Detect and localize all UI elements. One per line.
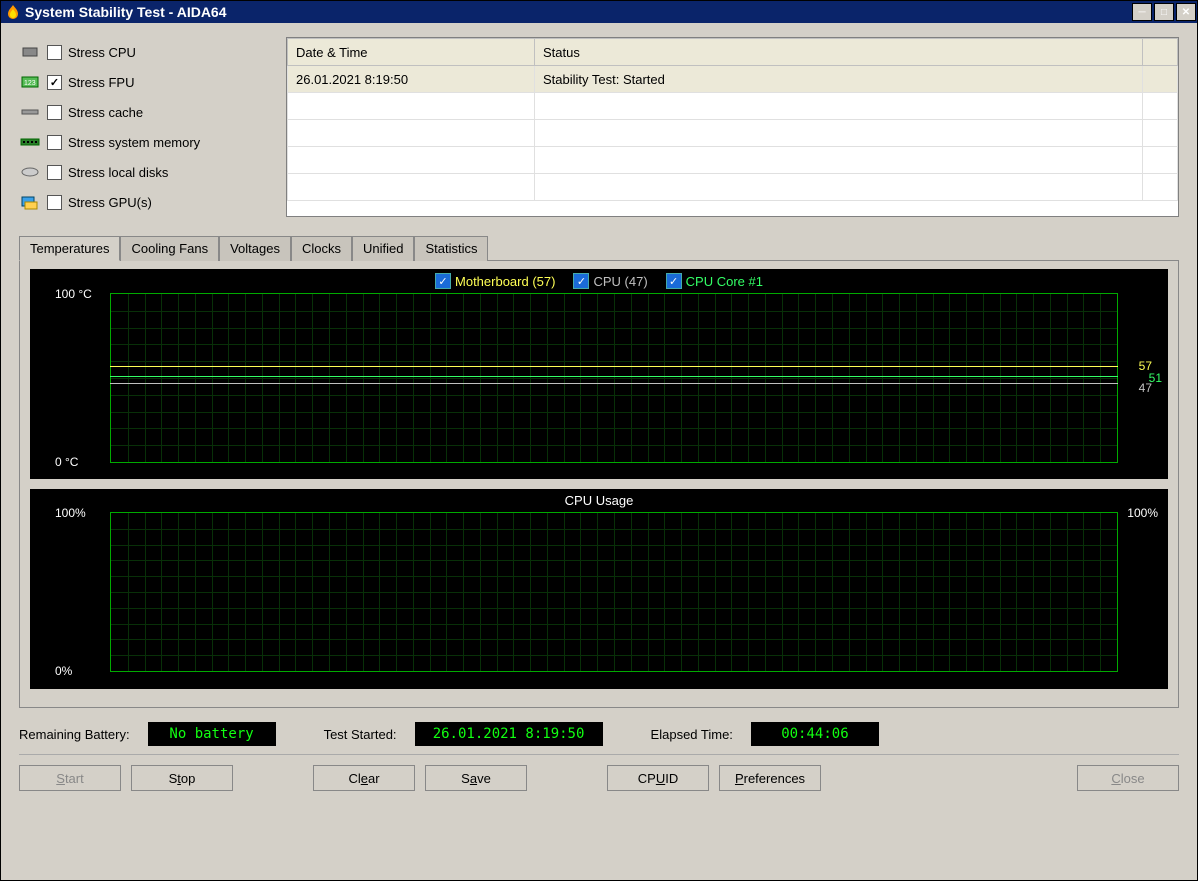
status-row: Remaining Battery: No battery Test Start… bbox=[19, 722, 1179, 746]
legend-motherboard-checkbox[interactable]: ✓ bbox=[435, 273, 451, 289]
stress-cpu-checkbox[interactable] bbox=[47, 45, 62, 60]
test-started-label: Test Started: bbox=[324, 727, 397, 742]
tab-clocks[interactable]: Clocks bbox=[291, 236, 352, 261]
legend-cpu-checkbox[interactable]: ✓ bbox=[573, 273, 589, 289]
log-col-spacer bbox=[1143, 39, 1178, 66]
legend-motherboard-label: Motherboard (57) bbox=[455, 274, 555, 289]
log-header-row: Date & Time Status bbox=[288, 39, 1178, 66]
memory-icon bbox=[19, 134, 41, 150]
log-row-empty bbox=[288, 147, 1178, 174]
temp-ytick-top: 100 °C bbox=[55, 287, 92, 301]
stress-cache-row: Stress cache bbox=[19, 97, 274, 127]
app-icon bbox=[5, 4, 21, 20]
button-row: Start Stop Clear Save CPUID Preferences … bbox=[19, 754, 1179, 791]
trace-motherboard bbox=[110, 366, 1118, 367]
tab-voltages[interactable]: Voltages bbox=[219, 236, 291, 261]
temperature-plot: /*placeholder*/ bbox=[110, 293, 1118, 463]
stress-options: Stress CPU 123 Stress FPU Stress cache S… bbox=[19, 37, 274, 217]
stress-disks-row: Stress local disks bbox=[19, 157, 274, 187]
log-cell-status: Stability Test: Started bbox=[535, 66, 1143, 93]
disk-icon bbox=[19, 164, 41, 180]
stress-gpu-checkbox[interactable] bbox=[47, 195, 62, 210]
battery-value: No battery bbox=[148, 722, 276, 746]
tab-unified[interactable]: Unified bbox=[352, 236, 414, 261]
cpu-ytick-bottom-left: 0% bbox=[55, 664, 72, 678]
preferences-button[interactable]: Preferences bbox=[719, 765, 821, 791]
titlebar[interactable]: System Stability Test - AIDA64 ─ □ ✕ bbox=[1, 1, 1197, 23]
legend-cpucore1-label: CPU Core #1 bbox=[686, 274, 763, 289]
elapsed-label: Elapsed Time: bbox=[651, 727, 733, 742]
minimize-button[interactable]: ─ bbox=[1132, 3, 1152, 21]
gpu-icon bbox=[19, 194, 41, 210]
tab-temperatures[interactable]: Temperatures bbox=[19, 236, 120, 261]
log-col-status[interactable]: Status bbox=[535, 39, 1143, 66]
trace-label-47: 47 bbox=[1139, 381, 1152, 395]
log-col-datetime[interactable]: Date & Time bbox=[288, 39, 535, 66]
legend-motherboard[interactable]: ✓ Motherboard (57) bbox=[435, 273, 555, 289]
maximize-button[interactable]: □ bbox=[1154, 3, 1174, 21]
tab-statistics[interactable]: Statistics bbox=[414, 236, 488, 261]
stress-fpu-row: 123 Stress FPU bbox=[19, 67, 274, 97]
cpu-ytick-top-left: 100% bbox=[55, 506, 86, 520]
clear-button[interactable]: Clear bbox=[313, 765, 415, 791]
save-button[interactable]: Save bbox=[425, 765, 527, 791]
test-started-value: 26.01.2021 8:19:50 bbox=[415, 722, 603, 746]
log-cell-datetime: 26.01.2021 8:19:50 bbox=[288, 66, 535, 93]
stress-memory-checkbox[interactable] bbox=[47, 135, 62, 150]
legend-cpu-label: CPU (47) bbox=[593, 274, 647, 289]
svg-text:123: 123 bbox=[24, 80, 36, 87]
cpu-ytick-top-right: 100% bbox=[1127, 506, 1158, 520]
trace-cpucore1 bbox=[110, 376, 1118, 377]
stress-cache-label: Stress cache bbox=[68, 105, 143, 120]
stress-memory-row: Stress system memory bbox=[19, 127, 274, 157]
app-window: System Stability Test - AIDA64 ─ □ ✕ Str… bbox=[0, 0, 1198, 881]
log-row-empty bbox=[288, 120, 1178, 147]
log-row[interactable]: 26.01.2021 8:19:50 Stability Test: Start… bbox=[288, 66, 1178, 93]
cache-icon bbox=[19, 104, 41, 120]
stress-disks-checkbox[interactable] bbox=[47, 165, 62, 180]
temperature-graph: ✓ Motherboard (57) ✓ CPU (47) ✓ CPU Core… bbox=[30, 269, 1168, 479]
log-row-empty bbox=[288, 174, 1178, 201]
stress-memory-label: Stress system memory bbox=[68, 135, 200, 150]
fpu-icon: 123 bbox=[19, 74, 41, 90]
window-title: System Stability Test - AIDA64 bbox=[25, 4, 1131, 20]
battery-label: Remaining Battery: bbox=[19, 727, 130, 742]
close-window-button[interactable]: ✕ bbox=[1176, 3, 1196, 21]
cpu-icon bbox=[19, 44, 41, 60]
close-button[interactable]: Close bbox=[1077, 765, 1179, 791]
stress-fpu-label: Stress FPU bbox=[68, 75, 134, 90]
legend-cpucore1-checkbox[interactable]: ✓ bbox=[666, 273, 682, 289]
stress-gpu-label: Stress GPU(s) bbox=[68, 195, 152, 210]
cpu-usage-graph: CPU Usage 100% 0% 100% bbox=[30, 489, 1168, 689]
trace-cpu bbox=[110, 383, 1118, 384]
temp-ytick-bottom: 0 °C bbox=[55, 455, 78, 469]
stress-cache-checkbox[interactable] bbox=[47, 105, 62, 120]
log-row-empty bbox=[288, 93, 1178, 120]
cpu-usage-title: CPU Usage bbox=[30, 489, 1168, 512]
cpuid-button[interactable]: CPUID bbox=[607, 765, 709, 791]
stress-cpu-row: Stress CPU bbox=[19, 37, 274, 67]
elapsed-value: 00:44:06 bbox=[751, 722, 879, 746]
start-button[interactable]: Start bbox=[19, 765, 121, 791]
stress-gpu-row: Stress GPU(s) bbox=[19, 187, 274, 217]
stress-fpu-checkbox[interactable] bbox=[47, 75, 62, 90]
legend-cpucore1[interactable]: ✓ CPU Core #1 bbox=[666, 273, 763, 289]
tab-bar: Temperatures Cooling Fans Voltages Clock… bbox=[19, 235, 1179, 260]
legend-cpu[interactable]: ✓ CPU (47) bbox=[573, 273, 647, 289]
stress-cpu-label: Stress CPU bbox=[68, 45, 136, 60]
stop-button[interactable]: Stop bbox=[131, 765, 233, 791]
log-table: Date & Time Status 26.01.2021 8:19:50 St… bbox=[286, 37, 1179, 217]
stress-disks-label: Stress local disks bbox=[68, 165, 168, 180]
graph-panel: ✓ Motherboard (57) ✓ CPU (47) ✓ CPU Core… bbox=[19, 260, 1179, 708]
cpu-usage-plot bbox=[110, 512, 1118, 672]
tab-cooling-fans[interactable]: Cooling Fans bbox=[120, 236, 219, 261]
